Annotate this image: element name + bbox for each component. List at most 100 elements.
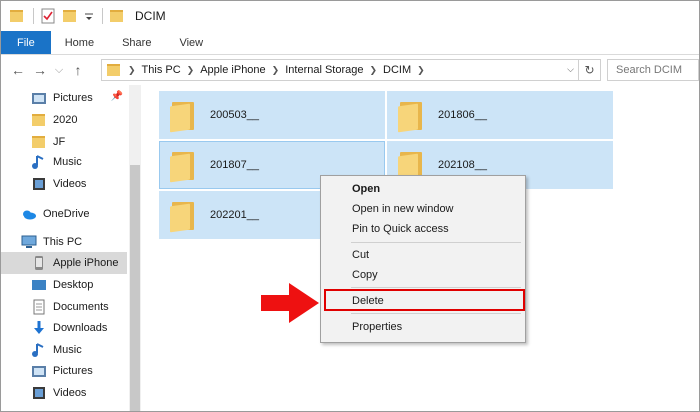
tab-home[interactable]: Home [51,31,108,54]
navigation-pane: Pictures 📌 2020 JF Music Videos OneDrive… [1,85,141,411]
chevron-right-icon[interactable]: ❯ [272,65,280,76]
folder-tile[interactable]: 200503__ [159,91,385,139]
breadcrumb-this-pc[interactable]: This PC [142,64,181,76]
nav-item-pictures-2[interactable]: Pictures [1,360,127,382]
nav-item-videos[interactable]: Videos [1,173,127,195]
toolbar-divider [102,8,103,24]
properties-check-icon[interactable] [40,8,56,24]
red-arrow-icon [261,283,319,323]
phone-icon [31,255,47,271]
address-folder-icon [106,62,122,78]
menu-separator [351,313,521,314]
music-icon [31,342,47,358]
menu-separator [351,242,521,243]
menu-item-properties[interactable]: Properties [321,317,525,337]
folder-name: 200503__ [210,109,259,121]
downloads-icon [31,320,47,336]
pin-icon[interactable]: 📌 [111,91,123,102]
address-row: ← → ⌵ ↑ ❯ This PC ❯ Apple iPhone ❯ Inter… [1,55,699,85]
videos-icon [31,176,47,192]
nav-item-label: Music [53,156,82,168]
menu-separator [351,287,521,288]
nav-item-label: JF [53,136,66,148]
nav-item-jf[interactable]: JF [1,131,127,153]
tab-view[interactable]: View [165,31,217,54]
search-input[interactable]: Search DCIM [607,59,699,81]
window-title: DCIM [135,9,166,23]
up-arrow-icon[interactable]: ↑ [67,59,89,81]
refresh-icon[interactable]: ↻ [579,59,601,81]
folder-icon [170,149,196,183]
customize-toolbar-icon[interactable] [84,8,94,24]
folder-name: 202108__ [438,159,487,171]
folder-tile[interactable]: 201806__ [387,91,613,139]
nav-item-label: Pictures [53,92,93,104]
nav-item-music-2[interactable]: Music [1,339,127,361]
nav-item-label: Downloads [53,322,108,334]
folder-icon [31,134,47,150]
folder-icon[interactable] [9,8,25,24]
menu-item-pin-quick-access[interactable]: Pin to Quick access [321,219,525,239]
quick-access-toolbar [9,8,109,24]
breadcrumb-apple-iphone[interactable]: Apple iPhone [200,64,265,76]
videos-icon [31,385,47,401]
chevron-right-icon[interactable]: ❯ [187,65,195,76]
folder-name: 201806__ [438,109,487,121]
menu-item-cut[interactable]: Cut [321,245,525,265]
nav-scrollbar-thumb[interactable] [130,165,140,411]
chevron-right-icon[interactable]: ❯ [417,65,425,76]
nav-item-label: Pictures [53,365,93,377]
documents-icon [31,299,47,315]
folder-icon [31,112,47,128]
nav-item-desktop[interactable]: Desktop [1,274,127,296]
context-menu: Open Open in new window Pin to Quick acc… [320,175,526,343]
folder-icon [170,199,196,233]
window-folder-icon [109,8,125,24]
pictures-icon [31,363,47,379]
address-dropdown-icon[interactable]: ⌵ [567,64,574,75]
toolbar-divider [33,8,34,24]
pc-icon [21,234,37,250]
new-folder-icon[interactable] [62,8,78,24]
ribbon-tabs: File Home Share View [1,31,699,55]
folder-name: 202201__ [210,209,259,221]
delete-highlight-box [324,289,525,311]
folder-icon [170,99,196,133]
nav-item-label: Desktop [53,279,94,291]
nav-item-downloads[interactable]: Downloads [1,317,127,339]
breadcrumb-dcim[interactable]: DCIM [383,64,411,76]
pictures-icon [31,90,47,106]
nav-item-label: 2020 [53,114,78,126]
menu-item-open[interactable]: Open [321,179,525,199]
title-bar: DCIM [1,1,699,31]
tab-share[interactable]: Share [108,31,165,54]
menu-item-copy[interactable]: Copy [321,265,525,285]
nav-item-apple-iphone[interactable]: Apple iPhone [1,252,127,274]
nav-item-music[interactable]: Music [1,151,127,173]
recent-locations-chevron-icon[interactable]: ⌵ [51,59,67,81]
breadcrumb-internal-storage[interactable]: Internal Storage [285,64,363,76]
desktop-icon [31,277,47,293]
folder-name: 201807__ [210,159,259,171]
nav-item-label: Music [53,344,82,356]
chevron-right-icon[interactable]: ❯ [128,65,136,76]
nav-item-onedrive[interactable]: OneDrive [1,203,127,225]
chevron-right-icon[interactable]: ❯ [370,65,378,76]
address-bar[interactable]: ❯ This PC ❯ Apple iPhone ❯ Internal Stor… [101,59,579,81]
nav-item-documents[interactable]: Documents [1,296,127,318]
nav-item-videos-2[interactable]: Videos [1,382,127,404]
tab-file[interactable]: File [1,31,51,54]
explorer-window: DCIM File Home Share View ← → ⌵ ↑ ❯ This… [0,0,700,412]
nav-item-pictures[interactable]: Pictures 📌 [1,87,127,109]
nav-item-label: Documents [53,301,109,313]
nav-item-label: Apple iPhone [53,257,119,269]
forward-arrow-icon[interactable]: → [29,59,51,81]
menu-item-open-new-window[interactable]: Open in new window [321,199,525,219]
music-icon [31,154,47,170]
nav-item-label: Videos [53,178,87,190]
nav-item-this-pc[interactable]: This PC [1,231,127,253]
nav-item-label: OneDrive [43,208,90,220]
nav-item-2020[interactable]: 2020 [1,109,127,131]
onedrive-icon [21,206,37,222]
back-arrow-icon[interactable]: ← [7,59,29,81]
